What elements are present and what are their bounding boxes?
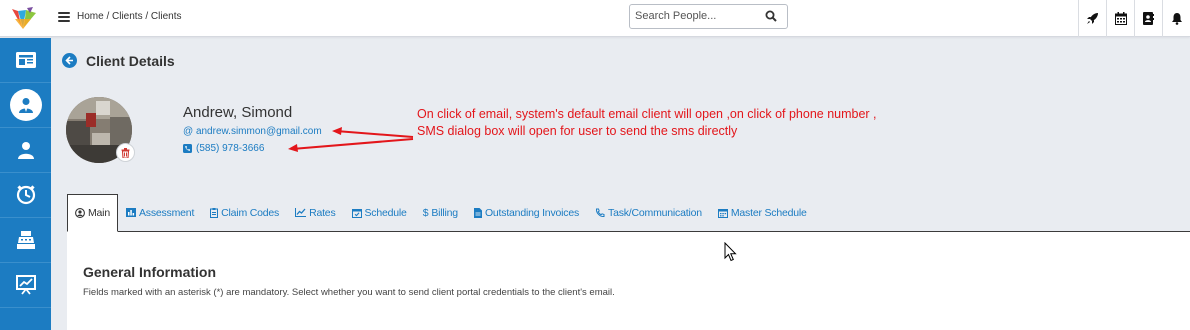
user-circle-icon bbox=[75, 208, 85, 218]
tab-assessment[interactable]: Assessment bbox=[118, 194, 202, 231]
sidebar-item-clients[interactable] bbox=[0, 83, 51, 128]
tab-billing[interactable]: $ Billing bbox=[415, 194, 466, 231]
phone-icon bbox=[596, 208, 605, 217]
email-link[interactable]: @ andrew.simmon@gmail.com bbox=[183, 126, 322, 137]
clipboard-icon bbox=[210, 207, 219, 218]
arrow-head-email bbox=[332, 127, 342, 135]
tab-label: Master Schedule bbox=[730, 206, 807, 219]
search-input[interactable] bbox=[630, 5, 755, 27]
rocket-icon[interactable] bbox=[1078, 0, 1106, 37]
active-indicator bbox=[9, 89, 42, 121]
bar-chart-icon bbox=[125, 208, 136, 217]
menu-toggle-button[interactable] bbox=[58, 12, 70, 22]
tab-main[interactable]: Main bbox=[67, 194, 118, 232]
line-chart-icon bbox=[295, 208, 307, 217]
dollar-icon: $ bbox=[422, 206, 429, 219]
main-tab-panel: General Information Fields marked with a… bbox=[67, 232, 1190, 330]
client-name: Andrew, Simond bbox=[183, 104, 293, 121]
tab-outstanding-invoices[interactable]: Outstanding Invoices bbox=[466, 194, 587, 231]
section-title: General Information bbox=[83, 264, 217, 280]
sidebar bbox=[0, 38, 51, 330]
phone-icon bbox=[183, 144, 192, 153]
newspaper-icon bbox=[15, 52, 36, 68]
sidebar-item-timesheet[interactable] bbox=[0, 173, 51, 218]
annotation-note: On click of email, system's default emai… bbox=[417, 106, 997, 140]
presentation-icon bbox=[15, 275, 36, 295]
back-button[interactable] bbox=[62, 53, 77, 68]
clock-icon bbox=[16, 185, 35, 205]
at-icon: @ bbox=[183, 126, 194, 137]
user-icon bbox=[18, 98, 33, 113]
search-box bbox=[629, 4, 788, 29]
trash-icon bbox=[121, 147, 130, 158]
tab-label: Schedule bbox=[364, 206, 407, 219]
tab-label: Claim Codes bbox=[221, 206, 280, 219]
delete-photo-button[interactable] bbox=[116, 143, 135, 162]
top-bar: Home / Clients / Clients bbox=[0, 0, 1190, 37]
page-title: Client Details bbox=[86, 53, 175, 69]
tab-label: Assessment bbox=[138, 206, 195, 219]
user-icon bbox=[17, 142, 34, 159]
phone-link[interactable]: (585) 978-3666 bbox=[183, 143, 264, 154]
calendar-check-icon bbox=[351, 208, 362, 218]
tab-label: Outstanding Invoices bbox=[484, 206, 580, 219]
breadcrumb[interactable]: Home / Clients / Clients bbox=[77, 11, 181, 22]
calendar-icon bbox=[717, 208, 728, 218]
arrow-to-phone bbox=[291, 138, 414, 150]
contacts-icon[interactable] bbox=[1134, 0, 1162, 37]
tab-label: Task/Communication bbox=[608, 206, 702, 219]
annotation-line-2: SMS dialog box will open for user to sen… bbox=[417, 124, 738, 138]
arrow-head-phone bbox=[288, 144, 298, 152]
sidebar-item-dashboard[interactable] bbox=[0, 38, 51, 83]
annotation-line-1: On click of email, system's default emai… bbox=[417, 107, 877, 121]
section-description: Fields marked with an asterisk (*) are m… bbox=[83, 287, 615, 298]
phone-text[interactable]: (585) 978-3666 bbox=[196, 143, 264, 154]
email-text[interactable]: andrew.simmon@gmail.com bbox=[196, 126, 322, 137]
tab-rates[interactable]: Rates bbox=[287, 194, 343, 231]
calendar-icon[interactable] bbox=[1106, 0, 1134, 37]
search-icon[interactable] bbox=[765, 10, 777, 22]
bell-icon[interactable] bbox=[1162, 0, 1190, 37]
sidebar-item-billing[interactable] bbox=[0, 218, 51, 263]
file-icon bbox=[473, 207, 482, 218]
sidebar-item-staff[interactable] bbox=[0, 128, 51, 173]
tab-schedule[interactable]: Schedule bbox=[344, 194, 415, 231]
arrow-left-icon bbox=[65, 56, 73, 65]
tab-task-communication[interactable]: Task/Communication bbox=[587, 194, 710, 231]
mouse-cursor-icon bbox=[724, 242, 737, 262]
tab-label: Rates bbox=[309, 206, 336, 219]
tab-label: Main bbox=[88, 207, 110, 219]
tab-master-schedule[interactable]: Master Schedule bbox=[710, 194, 815, 231]
cash-register-icon bbox=[16, 231, 35, 249]
top-icon-bar bbox=[1078, 0, 1190, 37]
tab-claim-codes[interactable]: Claim Codes bbox=[202, 194, 287, 231]
client-tabs: Main Assessment Claim Codes Rates Schedu… bbox=[67, 194, 1190, 232]
app-logo[interactable] bbox=[9, 5, 39, 31]
tab-label: Billing bbox=[431, 206, 458, 219]
sidebar-item-reports[interactable] bbox=[0, 263, 51, 308]
arrow-to-email bbox=[335, 130, 414, 138]
